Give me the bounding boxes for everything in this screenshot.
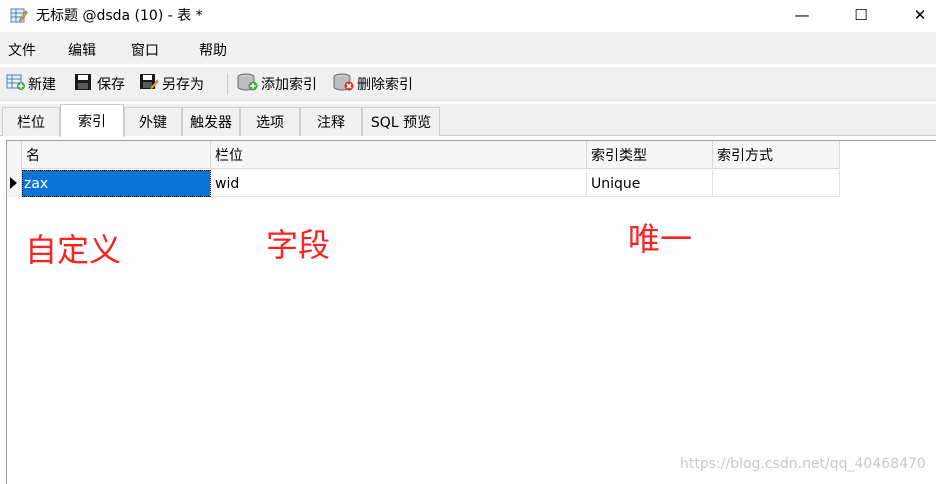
- tab-foreign-keys[interactable]: 外键: [124, 107, 182, 136]
- watermark: https://blog.csdn.net/qq_40468470: [680, 456, 926, 472]
- add-index-icon: [237, 73, 259, 95]
- tab-indexes[interactable]: 索引: [60, 104, 124, 137]
- minimize-button[interactable]: —: [779, 0, 825, 30]
- cell-field[interactable]: wid: [211, 170, 587, 197]
- column-header-index-method[interactable]: 索引方式: [713, 141, 840, 169]
- toolbar-separator: [227, 73, 228, 95]
- save-icon: [74, 73, 92, 95]
- window-title: 无标题 @dsda (10) - 表 *: [36, 8, 203, 24]
- new-button-label: 新建: [28, 77, 56, 93]
- add-index-button-label: 添加索引: [261, 77, 317, 93]
- delete-index-button[interactable]: 删除索引: [333, 73, 413, 95]
- save-button-label: 保存: [97, 77, 125, 93]
- annotation-field: 字段: [266, 226, 331, 264]
- add-index-button[interactable]: 添加索引: [237, 73, 317, 95]
- table-edit-icon: [10, 6, 28, 24]
- new-icon: [6, 73, 26, 95]
- menu-edit[interactable]: 编辑: [68, 40, 96, 60]
- tab-fields[interactable]: 栏位: [2, 107, 60, 136]
- tab-sql-preview[interactable]: SQL 预览: [362, 107, 440, 136]
- save-as-icon: [139, 73, 159, 95]
- save-as-button[interactable]: 另存为: [139, 73, 204, 95]
- menu-help[interactable]: 帮助: [199, 40, 227, 60]
- tab-triggers[interactable]: 触发器: [182, 107, 240, 136]
- menu-file[interactable]: 文件: [8, 40, 36, 60]
- cell-index-type[interactable]: Unique: [587, 170, 713, 197]
- cell-index-method[interactable]: [713, 170, 840, 197]
- grid-header: 名 栏位 索引类型 索引方式: [22, 141, 840, 169]
- current-row-arrow-icon: [10, 177, 17, 189]
- column-header-field[interactable]: 栏位: [211, 141, 587, 169]
- tab-bar: 栏位 索引 外键 触发器 选项 注释 SQL 预览: [0, 104, 936, 137]
- annotation-unique: 唯一: [628, 220, 693, 258]
- column-header-index-type[interactable]: 索引类型: [587, 141, 713, 169]
- cell-name[interactable]: zax: [22, 170, 211, 197]
- menu-bar: 文件 编辑 窗口 帮助: [0, 32, 936, 64]
- menu-window[interactable]: 窗口: [131, 40, 159, 60]
- tab-options[interactable]: 选项: [240, 107, 300, 136]
- column-header-name[interactable]: 名: [22, 141, 211, 169]
- toolbar: 新建 保存 另存为 添加索引 删除索引: [0, 67, 936, 101]
- new-button[interactable]: 新建: [6, 73, 56, 95]
- title-bar: 无标题 @dsda (10) - 表 * — ☐ ✕: [0, 0, 936, 30]
- maximize-button[interactable]: ☐: [838, 0, 884, 30]
- table-row[interactable]: zax wid Unique: [22, 170, 840, 197]
- close-button[interactable]: ✕: [897, 0, 936, 30]
- delete-index-button-label: 删除索引: [357, 77, 413, 93]
- save-button[interactable]: 保存: [74, 73, 125, 95]
- delete-index-icon: [333, 73, 355, 95]
- annotation-custom: 自定义: [25, 231, 122, 269]
- save-as-button-label: 另存为: [162, 77, 204, 93]
- index-grid[interactable]: 名 栏位 索引类型 索引方式 zax wid Unique: [6, 140, 936, 484]
- tab-comment[interactable]: 注释: [300, 107, 362, 136]
